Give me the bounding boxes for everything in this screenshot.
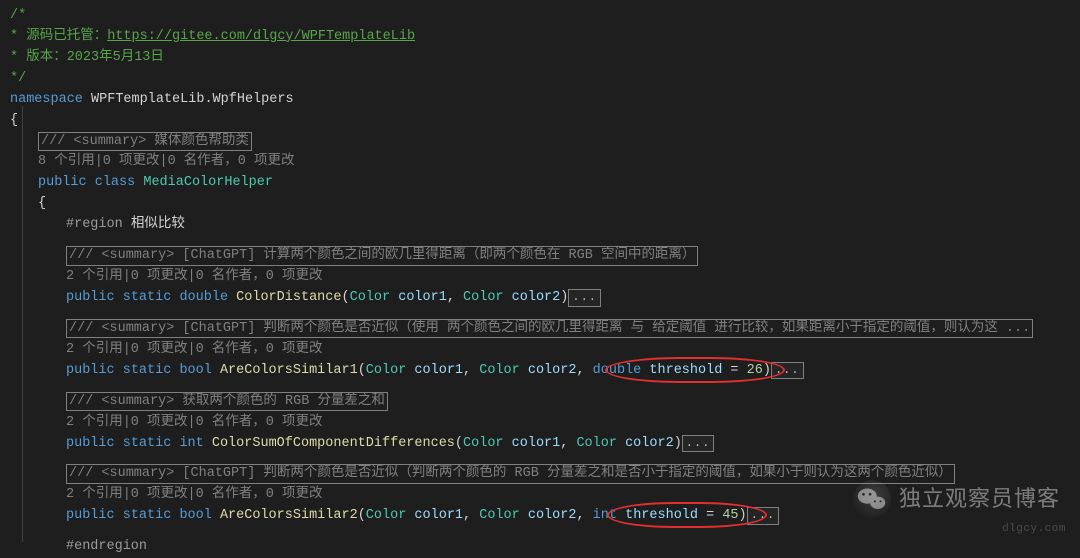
comment-line: */	[10, 69, 1080, 90]
codelens[interactable]: 2 个引用|0 项更改|0 名作者，0 项更改	[10, 267, 1080, 288]
namespace-line: namespace WPFTemplateLib.WpfHelpers	[10, 90, 1080, 111]
watermark-url: dlgcy.com	[1002, 521, 1066, 538]
class-decl: public class MediaColorHelper	[10, 173, 1080, 194]
xml-doc-box[interactable]: /// <summary> [ChatGPT] 判断两个颜色是否近似（判断两个颜…	[66, 464, 955, 484]
codelens[interactable]: 2 个引用|0 项更改|0 名作者，0 项更改	[10, 340, 1080, 361]
class-summary: /// <summary> 媒体颜色帮助类	[10, 132, 1080, 153]
region-line[interactable]: #region 相似比较	[10, 215, 1080, 236]
collapse-toggle[interactable]: ...	[747, 507, 780, 525]
xml-doc-box[interactable]: /// <summary> [ChatGPT] 计算两个颜色之间的欧几里得距离（…	[66, 246, 698, 266]
method-decl: public static double ColorDistance(Color…	[10, 288, 1080, 309]
xml-doc-box[interactable]: /// <summary> [ChatGPT] 判断两个颜色是否近似（使用 两个…	[66, 319, 1033, 339]
method-name: AreColorsSimilar1	[220, 363, 358, 378]
repo-link[interactable]: https://gitee.com/dlgcy/WPFTemplateLib	[107, 29, 415, 44]
method-summary: /// <summary> [ChatGPT] 判断两个颜色是否近似（使用 两个…	[10, 319, 1080, 340]
collapse-toggle[interactable]: ...	[771, 362, 804, 380]
codelens[interactable]: 2 个引用|0 项更改|0 名作者，0 项更改	[10, 485, 1080, 506]
comment-line: * 版本：2023年5月13日	[10, 48, 1080, 69]
method-decl: public static int ColorSumOfComponentDif…	[10, 434, 1080, 455]
comment-open: /*	[10, 8, 26, 23]
comment-line: /*	[10, 6, 1080, 27]
collapse-toggle[interactable]: ...	[682, 435, 715, 453]
method-decl: public static bool AreColorsSimilar2(Col…	[10, 506, 1080, 527]
brace-open: {	[10, 194, 1080, 215]
method-decl: public static bool AreColorsSimilar1(Col…	[10, 361, 1080, 382]
comment-close: */	[10, 71, 26, 86]
xml-doc-box[interactable]: /// <summary> 媒体颜色帮助类	[38, 132, 252, 152]
method-name: AreColorsSimilar2	[220, 508, 358, 523]
comment-line: * 源码已托管：https://gitee.com/dlgcy/WPFTempl…	[10, 27, 1080, 48]
endregion-line[interactable]: #endregion	[10, 537, 1080, 558]
method-summary: /// <summary> [ChatGPT] 计算两个颜色之间的欧几里得距离（…	[10, 246, 1080, 267]
codelens[interactable]: 2 个引用|0 项更改|0 名作者，0 项更改	[10, 413, 1080, 434]
namespace-keyword: namespace	[10, 92, 83, 107]
method-summary: /// <summary> 获取两个颜色的 RGB 分量差之和	[10, 392, 1080, 413]
codelens[interactable]: 8 个引用|0 项更改|0 名作者，0 项更改	[10, 152, 1080, 173]
xml-doc-box[interactable]: /// <summary> 获取两个颜色的 RGB 分量差之和	[66, 392, 388, 412]
class-name: MediaColorHelper	[143, 175, 273, 190]
method-name: ColorSumOfComponentDifferences	[212, 436, 455, 451]
method-summary: /// <summary> [ChatGPT] 判断两个颜色是否近似（判断两个颜…	[10, 464, 1080, 485]
comment-text: * 版本：2023年5月13日	[10, 50, 164, 65]
brace-open: {	[10, 111, 1080, 132]
collapse-toggle[interactable]: ...	[568, 289, 601, 307]
namespace-name: WPFTemplateLib.WpfHelpers	[91, 92, 294, 107]
comment-text: * 源码已托管：	[10, 29, 107, 44]
method-name: ColorDistance	[236, 290, 341, 305]
